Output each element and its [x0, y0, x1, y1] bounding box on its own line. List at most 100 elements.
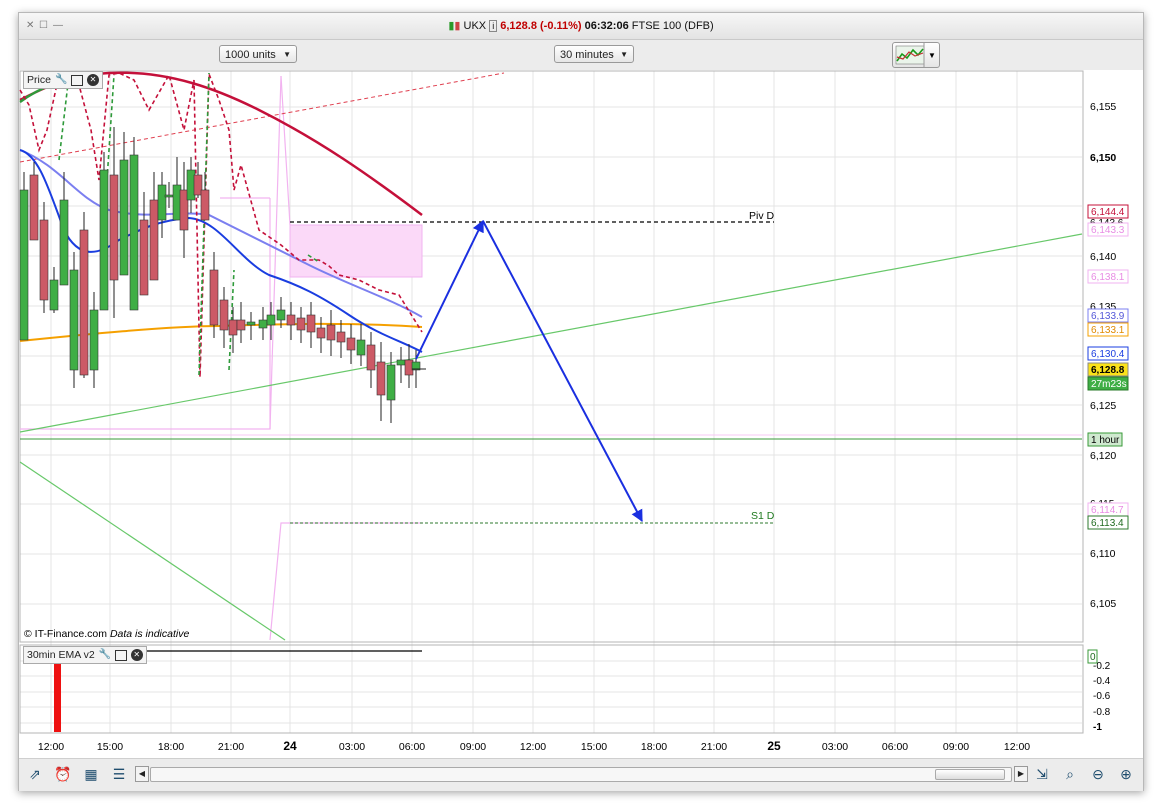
interval-value: 30 minutes: [560, 49, 614, 61]
candle-body: [286, 314, 296, 326]
price-label-text: Price: [27, 74, 51, 86]
last-price-value: 6,128.8: [1091, 365, 1125, 376]
candle-body: [69, 269, 79, 371]
units-dropdown[interactable]: 1000 units ▼: [219, 45, 297, 63]
candle-body: [129, 154, 139, 311]
ema-orange-value: 6,133.1: [1091, 325, 1125, 336]
export-icon[interactable]: ⇗: [25, 764, 45, 784]
piv-d-label: Piv D: [749, 210, 775, 222]
interval-dropdown[interactable]: 30 minutes ▼: [554, 45, 634, 63]
scroll-right-button[interactable]: ▶: [1014, 766, 1028, 782]
candle-body: [219, 299, 229, 331]
calculator-icon[interactable]: ▦: [81, 764, 101, 784]
indicator-bar: [54, 660, 61, 732]
y-tick: 6,150: [1090, 152, 1116, 164]
ind-tick: -1: [1093, 722, 1102, 733]
candle-body: [236, 319, 246, 331]
window-icon[interactable]: [114, 649, 127, 661]
copyright-text: © IT-Finance.com: [24, 628, 108, 640]
chevron-down-icon: ▼: [283, 50, 291, 59]
units-value: 1000 units: [225, 49, 276, 61]
copyright-notice: © IT-Finance.com Data is indicative: [24, 628, 189, 640]
s1-pink-line: [269, 522, 422, 641]
x-tick: 12:00: [38, 741, 64, 753]
y-tick: 6,110: [1090, 548, 1116, 560]
downtrend-line: [19, 461, 286, 641]
candle-body: [19, 189, 29, 341]
forecast-down-arrow: [482, 220, 643, 523]
candle-body: [316, 327, 326, 339]
s1-value: 6,113.4: [1091, 518, 1124, 529]
ema-light-value: 6,133.9: [1091, 311, 1125, 322]
y-tick: 6,105: [1090, 598, 1116, 610]
price-axis[interactable]: 6,155 6,150 6,143.6 6,140 6,135 6,125 6,…: [1087, 101, 1129, 733]
candle-body: [59, 199, 69, 286]
x-tick: 18:00: [641, 741, 667, 753]
window-icon[interactable]: [70, 74, 83, 86]
candle-body: [266, 314, 276, 326]
chart-style-button[interactable]: ▼: [892, 42, 940, 68]
candle-body: [386, 364, 396, 401]
x-tick: 03:00: [339, 741, 365, 753]
info-icon[interactable]: i: [489, 20, 498, 32]
candle-body: [258, 319, 268, 329]
s1-pink-value: 6,114.7: [1091, 505, 1124, 516]
wrench-icon[interactable]: 🔧: [55, 74, 67, 86]
pivot-zone: [289, 224, 423, 278]
x-tick: 15:00: [581, 741, 607, 753]
price-panel-label: Price 🔧 ✕: [23, 71, 103, 89]
scrollbar-thumb[interactable]: [935, 769, 1005, 780]
candle-body: [79, 229, 89, 376]
title-bar: ✕ ☐ ― ▮▮ UKX i 6,128.8 (-0.11%) 06:32:06…: [19, 13, 1143, 40]
fit-icon[interactable]: ⇲: [1032, 764, 1052, 784]
candle-body: [326, 324, 336, 341]
zoom-in-icon[interactable]: ⊕: [1116, 764, 1136, 784]
symbol: UKX: [463, 20, 487, 32]
x-tick: 25: [767, 739, 781, 753]
pivot-line-drop: [280, 75, 291, 226]
chart-window: ✕ ☐ ― ▮▮ UKX i 6,128.8 (-0.11%) 06:32:06…: [18, 12, 1144, 791]
candle-body: [99, 169, 109, 311]
x-tick: 15:00: [97, 741, 123, 753]
y-tick: 6,155: [1090, 101, 1116, 113]
candle-body: [149, 199, 159, 281]
time-axis[interactable]: 12:00 15:00 18:00 21:00 24 03:00 06:00 09:00 12:…: [38, 739, 1030, 753]
window-title: ▮▮ UKX i 6,128.8 (-0.11%) 06:32:06 FTSE …: [448, 20, 714, 32]
candle-body: [356, 339, 366, 356]
close-icon[interactable]: ✕: [86, 74, 99, 86]
zoom-area-icon[interactable]: ⌕: [1060, 764, 1080, 784]
candle-body: [366, 344, 376, 371]
alert-icon[interactable]: ⏰: [53, 764, 73, 784]
wrench-icon[interactable]: 🔧: [99, 649, 111, 661]
indicator-label-text: 30min EMA v2: [27, 649, 95, 661]
candle-body: [200, 189, 210, 221]
scroll-left-button[interactable]: ◀: [135, 766, 149, 782]
candle-body: [89, 309, 99, 371]
chart-canvas[interactable]: Piv D S1 D 6,155 6,150 6,143.6 6,140 6,1…: [19, 70, 1143, 758]
close-icon[interactable]: ✕: [130, 649, 143, 661]
layers-icon[interactable]: ☰: [109, 764, 129, 784]
candle-body: [157, 184, 167, 221]
uptrend-line: [19, 233, 1083, 433]
candle-body: [336, 331, 346, 343]
candle-body: [164, 194, 174, 198]
candle-body: [228, 319, 238, 336]
price: 6,128.8: [500, 20, 537, 32]
chart-area[interactable]: Piv D S1 D 6,155 6,150 6,143.6 6,140 6,1…: [19, 70, 1143, 790]
ind-tick: -0.4: [1093, 676, 1111, 687]
candle-body: [109, 174, 119, 281]
pivot-line-rise: [269, 75, 282, 430]
svg-text:▼: ▼: [928, 51, 936, 60]
y-tick: 6,125: [1090, 400, 1116, 412]
candle-body: [346, 337, 356, 351]
time-scrollbar[interactable]: [150, 767, 1012, 782]
zoom-out-icon[interactable]: ⊖: [1088, 764, 1108, 784]
candle-body: [139, 219, 149, 296]
ema-red-value: 6,144.4: [1091, 207, 1125, 218]
s1-d-label: S1 D: [751, 510, 775, 522]
indicator-panel-label: 30min EMA v2 🔧 ✕: [23, 646, 147, 664]
y-tick: 6,120: [1090, 450, 1116, 462]
clock-time: 06:32:06: [584, 20, 629, 32]
x-tick: 09:00: [943, 741, 969, 753]
x-tick: 12:00: [1004, 741, 1030, 753]
